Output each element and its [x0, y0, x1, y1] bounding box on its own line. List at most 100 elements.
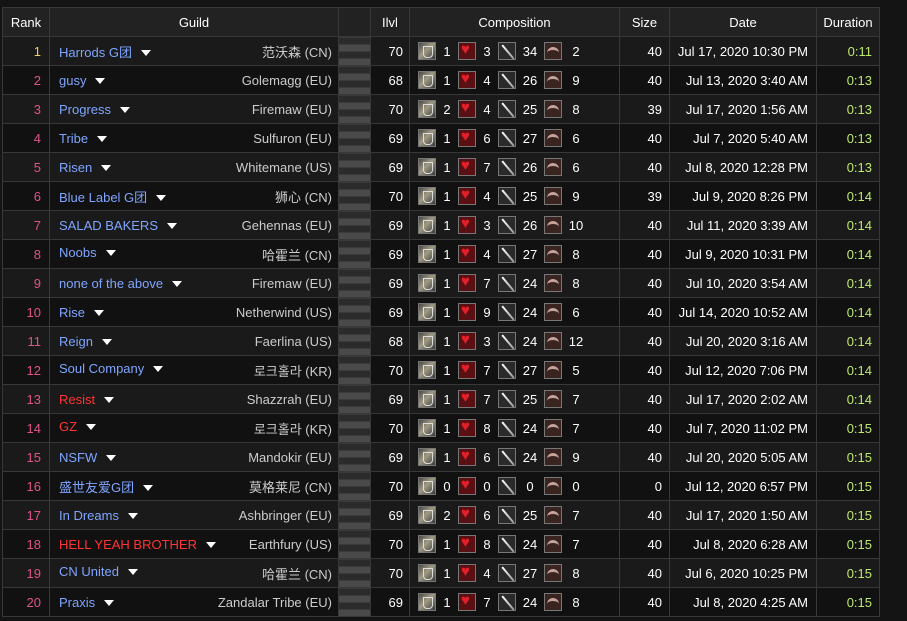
dropdown-caret-icon[interactable]	[106, 455, 117, 462]
guild-name-link[interactable]: CN United	[59, 564, 119, 579]
date-cell[interactable]: Jul 10, 2020 3:54 AM	[669, 268, 817, 298]
date-cell[interactable]: Jul 20, 2020 5:05 AM	[669, 442, 817, 472]
melee-dps-count: 24	[522, 594, 538, 610]
date-cell[interactable]: Jul 7, 2020 11:02 PM	[669, 413, 817, 443]
rank-cell: 13	[2, 384, 50, 414]
guild-name-link[interactable]: Tribe	[59, 131, 88, 146]
dropdown-caret-icon[interactable]	[94, 310, 105, 317]
dropdown-caret-icon[interactable]	[206, 542, 216, 549]
duration-cell: 0:14	[816, 181, 880, 211]
guild-name-link[interactable]: Noobs	[59, 245, 97, 260]
tank-count: 2	[443, 101, 451, 117]
date-cell[interactable]: Jul 8, 2020 12:28 PM	[669, 152, 817, 182]
guild-header[interactable]: Guild	[49, 7, 339, 37]
date-cell[interactable]: Jul 12, 2020 6:57 PM	[669, 471, 817, 501]
tank-count: 1	[443, 130, 451, 146]
date-cell[interactable]: Jul 8, 2020 6:28 AM	[669, 529, 817, 559]
tank-icon	[418, 274, 436, 292]
dropdown-caret-icon[interactable]	[140, 50, 151, 57]
guild-name-link[interactable]: GZ	[59, 419, 77, 434]
guild-name-link[interactable]: gusy	[59, 73, 86, 88]
server-label: Gehennas (EU)	[241, 217, 332, 233]
guild-name-link[interactable]: In Dreams	[59, 508, 119, 523]
date-header[interactable]: Date	[669, 7, 817, 37]
dropdown-caret-icon[interactable]	[120, 107, 131, 114]
date-cell[interactable]: Jul 12, 2020 7:06 PM	[669, 355, 817, 385]
dropdown-caret-icon[interactable]	[156, 195, 167, 202]
guild-name-link[interactable]: none of the above	[59, 276, 163, 291]
melee-dps-icon	[498, 477, 516, 495]
dropdown-caret-icon[interactable]	[143, 485, 154, 492]
date-cell[interactable]: Jul 7, 2020 5:40 AM	[669, 123, 817, 153]
date-cell[interactable]: Jul 17, 2020 1:56 AM	[669, 94, 817, 124]
guild-name-link[interactable]: HELL YEAH BROTHER	[59, 537, 197, 552]
guild-name-link[interactable]: Harrods G团	[59, 45, 132, 60]
dropdown-caret-icon[interactable]	[104, 600, 115, 607]
guild-name-link[interactable]: Praxis	[59, 595, 95, 610]
dropdown-caret-icon[interactable]	[95, 78, 106, 85]
dropdown-caret-icon[interactable]	[172, 281, 183, 288]
guild-name-link[interactable]: 盛世友爱G团	[59, 480, 134, 495]
date-cell[interactable]: Jul 13, 2020 3:40 AM	[669, 65, 817, 95]
dropdown-caret-icon[interactable]	[101, 165, 112, 172]
melee-dps-icon	[498, 593, 516, 611]
guild-name-link[interactable]: Soul Company	[59, 361, 144, 376]
date-cell[interactable]: Jul 11, 2020 3:39 AM	[669, 210, 817, 240]
dropdown-caret-icon[interactable]	[86, 424, 97, 431]
guild-name-link[interactable]: Blue Label G团	[59, 190, 147, 205]
guild-cell: Progress Firemaw (EU)	[49, 94, 339, 124]
date-cell[interactable]: Jul 17, 2020 1:50 AM	[669, 500, 817, 530]
date-cell[interactable]: Jul 17, 2020 10:30 PM	[669, 36, 817, 66]
ranged-dps-icon	[544, 506, 562, 524]
dropdown-caret-icon[interactable]	[167, 223, 177, 230]
guild-name-link[interactable]: Resist	[59, 392, 95, 407]
date-cell[interactable]: Jul 17, 2020 2:02 AM	[669, 384, 817, 414]
composition-header[interactable]: Composition	[409, 7, 620, 37]
size-cell: 40	[619, 529, 670, 559]
date-cell[interactable]: Jul 9, 2020 8:26 PM	[669, 181, 817, 211]
dropdown-caret-icon[interactable]	[105, 250, 116, 257]
dropdown-caret-icon[interactable]	[97, 136, 108, 143]
guild-name-link[interactable]: Risen	[59, 160, 92, 175]
guild-cell: Noobs 哈霍兰 (CN)	[49, 239, 339, 269]
melee-dps-icon	[498, 216, 516, 234]
healer-icon	[458, 302, 476, 321]
dropdown-caret-icon[interactable]	[127, 513, 138, 520]
healer-icon	[458, 418, 476, 437]
date-cell[interactable]: Jul 14, 2020 10:52 AM	[669, 297, 817, 327]
healer-icon	[458, 70, 476, 89]
guild-name-link[interactable]: NSFW	[59, 450, 97, 465]
date-cell[interactable]: Jul 20, 2020 3:16 AM	[669, 326, 817, 356]
melee-dps-icon	[498, 361, 516, 379]
date-cell[interactable]: Jul 8, 2020 4:25 AM	[669, 587, 817, 617]
tank-count: 2	[443, 507, 451, 523]
duration-header[interactable]: Duration	[816, 7, 880, 37]
date-cell[interactable]: Jul 6, 2020 10:25 PM	[669, 558, 817, 588]
guild-cell: none of the above Firemaw (EU)	[49, 268, 339, 298]
blurred-cell	[338, 123, 371, 153]
dropdown-caret-icon[interactable]	[153, 366, 164, 373]
size-cell: 39	[619, 94, 670, 124]
guild-name-link[interactable]: Progress	[59, 102, 111, 117]
guild-cell: 盛世友爱G团 莫格莱尼 (CN)	[49, 471, 339, 501]
rank-cell: 6	[2, 181, 50, 211]
ranged-dps-count: 7	[572, 420, 580, 436]
dropdown-caret-icon[interactable]	[127, 569, 138, 576]
ilvl-header[interactable]: Ilvl	[370, 7, 410, 37]
tank-count: 1	[443, 275, 451, 291]
date-cell[interactable]: Jul 9, 2020 10:31 PM	[669, 239, 817, 269]
guild-name-link[interactable]: Rise	[59, 305, 85, 320]
rank-cell: 10	[2, 297, 50, 327]
dropdown-caret-icon[interactable]	[104, 397, 115, 404]
dropdown-caret-icon[interactable]	[101, 339, 112, 346]
size-header[interactable]: Size	[619, 7, 670, 37]
guild-cell: Resist Shazzrah (EU)	[49, 384, 339, 414]
table-row: 15 NSFW Mandokir (EU) 69 1 6 24 9 40Jul 20, 2020…	[2, 442, 880, 472]
table-row: 20 Praxis Zandalar Tribe (EU) 69 1 7 24 8 40Jul …	[2, 587, 880, 617]
table-row: 16盛世友爱G团莫格莱尼 (CN)7000000Jul 12, 2020 6:5…	[2, 471, 880, 501]
guild-name-link[interactable]: SALAD BAKERS	[59, 218, 158, 233]
guild-cell: HELL YEAH BROTHER Earthfury (US)	[49, 529, 339, 559]
rank-header[interactable]: Rank	[2, 7, 50, 37]
server-label: Sulfuron (EU)	[253, 130, 332, 146]
guild-name-link[interactable]: Reign	[59, 334, 93, 349]
